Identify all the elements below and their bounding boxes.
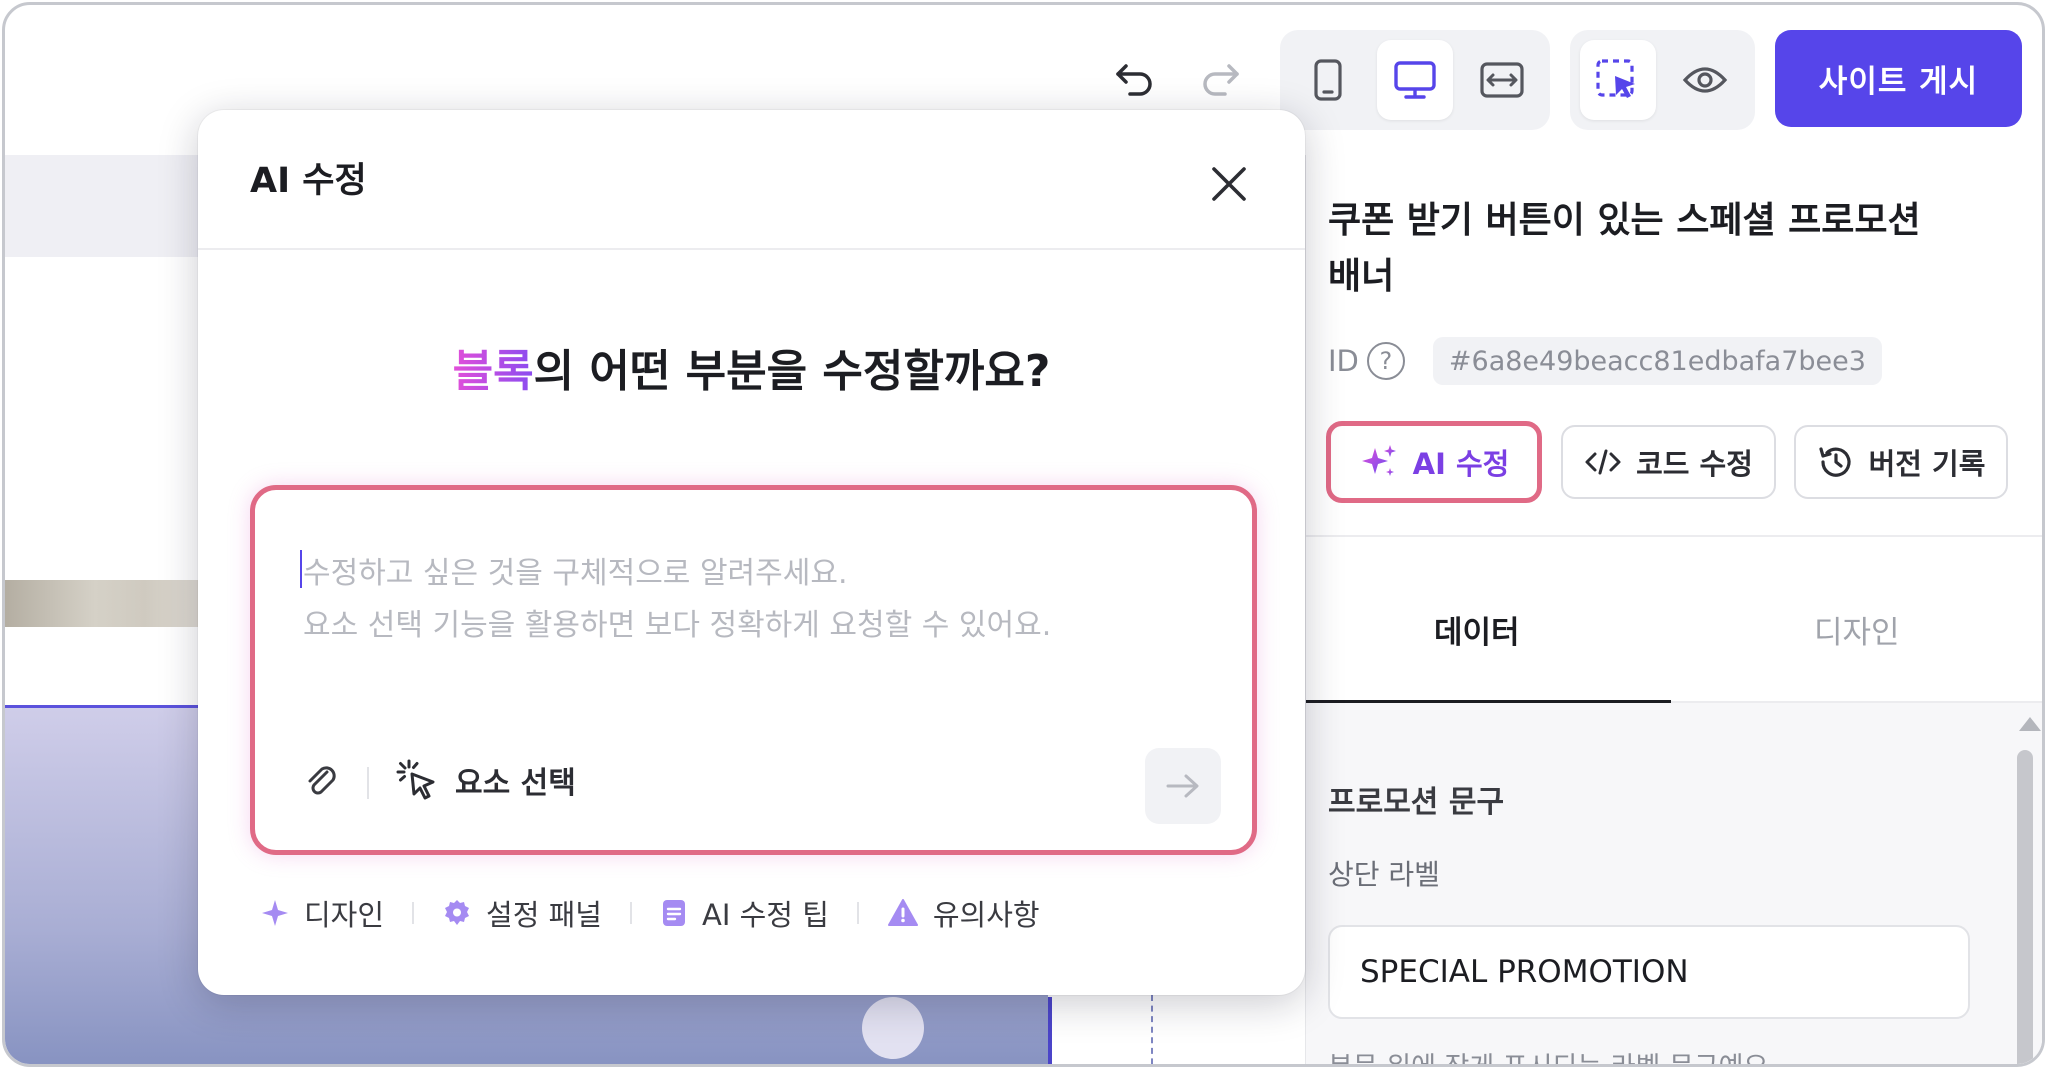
field-label: 상단 라벨 xyxy=(1328,858,1440,891)
canvas-decor-circle xyxy=(862,997,924,1059)
element-select-button[interactable]: 요소 선택 xyxy=(395,758,576,802)
help-chip-row: 디자인 설정 패널 AI 수정 팁 유의사항 xyxy=(260,892,1040,934)
desktop-view-button[interactable] xyxy=(1377,40,1453,120)
placeholder-line2: 요소 선택 기능을 활용하면 보다 정확하게 요청할 수 있어요. xyxy=(303,608,1052,643)
chip-ai-tips-label: AI 수정 팁 xyxy=(702,898,829,932)
undo-icon xyxy=(1116,64,1152,96)
text-caret xyxy=(300,550,302,588)
block-id-value[interactable]: #6a8e49beacc81edbafa7bee3 xyxy=(1432,337,1882,385)
cursor-click-icon xyxy=(396,759,435,800)
section-title: 프로모션 문구 xyxy=(1328,785,1505,820)
top-label-input[interactable]: SPECIAL PROMOTION xyxy=(1328,925,1970,1019)
sparkle-icon xyxy=(262,900,288,926)
chip-settings-label: 설정 패널 xyxy=(486,898,602,932)
desktop-icon xyxy=(1394,61,1436,99)
ai-edit-modal: AI 수정 블록의 어떤 부분을 수정할까요? 수정하고 싶은 것을 구체적으로… xyxy=(198,110,1305,995)
arrow-right-icon xyxy=(1166,774,1199,798)
toolbar-separator xyxy=(367,767,369,799)
canvas-image-strip xyxy=(5,580,205,627)
placeholder-line1: 수정하고 싶은 것을 구체적으로 알려주세요. xyxy=(303,556,848,591)
chip-cautions-label: 유의사항 xyxy=(932,898,1040,932)
modal-title: AI 수정 xyxy=(250,161,367,201)
redo-button[interactable] xyxy=(1190,55,1250,105)
sparkle-icon xyxy=(1361,445,1396,476)
undo-button[interactable] xyxy=(1105,55,1165,105)
publish-site-button[interactable]: 사이트 게시 xyxy=(1775,30,2022,127)
element-select-label: 요소 선택 xyxy=(455,766,576,801)
history-icon xyxy=(1818,447,1851,477)
send-button[interactable] xyxy=(1145,748,1221,824)
cursor-select-icon xyxy=(1596,59,1635,98)
gear-icon xyxy=(445,900,470,925)
canvas-gap xyxy=(1052,997,1295,1064)
canvas-guide-line xyxy=(1151,995,1153,1064)
mobile-view-button[interactable] xyxy=(1290,40,1366,120)
chip-design[interactable]: 디자인 xyxy=(260,892,384,934)
chip-separator xyxy=(412,902,415,924)
preview-button[interactable] xyxy=(1667,40,1743,120)
block-settings-panel: 쿠폰 받기 버튼이 있는 스페셜 프로모션 배너 ID ? #6a8e49bea… xyxy=(1305,155,2042,1064)
chip-design-label: 디자인 xyxy=(304,898,385,932)
block-title: 쿠폰 받기 버튼이 있는 스페셜 프로모션 배너 xyxy=(1328,193,1988,305)
canvas-block-edge xyxy=(1048,997,1052,1064)
attach-button[interactable] xyxy=(300,760,344,804)
panel-divider xyxy=(1306,535,2042,537)
paperclip-icon xyxy=(308,766,336,795)
warning-icon xyxy=(887,899,918,926)
responsive-view-button[interactable] xyxy=(1464,40,1540,120)
ai-edit-label: AI 수정 xyxy=(1412,447,1510,481)
id-label: ID xyxy=(1328,344,1359,378)
version-history-button[interactable]: 버전 기록 xyxy=(1794,425,2008,499)
field-help-text: 본문 위에 작게 표시되는 라벨 문구예요. xyxy=(1328,1045,1777,1064)
version-history-label: 버전 기록 xyxy=(1868,447,1986,481)
chip-separator xyxy=(630,902,632,924)
mode-toggle-group xyxy=(1570,30,1755,130)
redo-icon xyxy=(1203,64,1239,96)
prompt-input[interactable]: 수정하고 싶은 것을 구체적으로 알려주세요. 요소 선택 기능을 활용하면 보… xyxy=(250,485,1257,855)
block-title-line1: 쿠폰 받기 버튼이 있는 스페셜 프로모션 xyxy=(1328,200,1921,241)
document-icon xyxy=(663,900,685,926)
scrollbar[interactable] xyxy=(2017,750,2033,1064)
device-toggle-group xyxy=(1280,30,1550,130)
modal-divider xyxy=(198,248,1305,250)
element-select-mode-button[interactable] xyxy=(1580,40,1656,120)
chip-settings-panel[interactable]: 설정 패널 xyxy=(442,892,602,934)
mobile-icon xyxy=(1314,59,1342,101)
modal-question: 블록의 어떤 부분을 수정할까요? xyxy=(198,335,1305,399)
app-window: 사이트 게시 쿠폰 받기 버튼이 있는 스페셜 프로모션 배너 ID ? #6a… xyxy=(2,2,2045,1067)
chip-ai-tips[interactable]: AI 수정 팁 xyxy=(660,892,829,934)
close-button[interactable] xyxy=(1201,156,1257,212)
block-id-row: ID ? #6a8e49beacc81edbafa7bee3 xyxy=(1328,337,1882,385)
tab-data[interactable]: 데이터 xyxy=(1434,607,1520,652)
tab-design[interactable]: 디자인 xyxy=(1814,607,1900,652)
chip-separator xyxy=(856,902,859,924)
code-edit-label: 코드 수정 xyxy=(1636,447,1753,481)
chip-cautions[interactable]: 유의사항 xyxy=(887,892,1040,934)
ai-edit-button[interactable]: AI 수정 xyxy=(1326,421,1542,503)
question-highlight: 블록 xyxy=(452,346,534,397)
block-title-line2: 배너 xyxy=(1328,256,1395,297)
question-text: 의 어떤 부분을 수정할까요? xyxy=(533,346,1051,397)
eye-icon xyxy=(1682,67,1728,93)
scroll-up-arrow[interactable] xyxy=(2019,717,2041,731)
close-icon xyxy=(1212,167,1246,201)
code-icon xyxy=(1585,449,1621,475)
code-edit-button[interactable]: 코드 수정 xyxy=(1561,425,1776,499)
help-icon[interactable]: ? xyxy=(1366,342,1405,380)
responsive-icon xyxy=(1480,62,1524,98)
